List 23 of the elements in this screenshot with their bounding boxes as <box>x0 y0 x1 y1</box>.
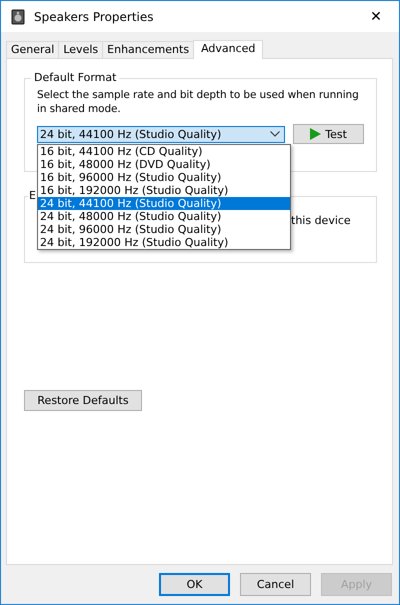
dropdown-option[interactable]: 16 bit, 192000 Hz (Studio Quality) <box>38 184 290 196</box>
group-title: Default Format <box>31 71 120 84</box>
tab[interactable]: Advanced <box>193 40 264 59</box>
dropdown-option[interactable]: 16 bit, 48000 Hz (DVD Quality) <box>38 158 290 170</box>
play-icon <box>310 128 322 140</box>
dropdown-option[interactable]: 16 bit, 44100 Hz (CD Quality) <box>38 144 290 158</box>
group-title: E <box>28 189 37 202</box>
test-button[interactable]: Test <box>293 124 364 144</box>
dialog-button[interactable]: OK <box>159 573 230 596</box>
dialog-button[interactable]: Cancel <box>240 573 311 596</box>
dropdown-option[interactable]: 24 bit, 96000 Hz (Studio Quality) <box>38 222 290 236</box>
restore-defaults-button[interactable]: Restore Defaults <box>24 390 142 411</box>
dropdown-option[interactable]: 16 bit, 96000 Hz (Studio Quality) <box>38 170 290 184</box>
caret-icon <box>270 131 280 137</box>
dropdown-option[interactable]: 24 bit, 44100 Hz (Studio Quality) <box>38 196 290 210</box>
option-text: this device <box>291 214 351 227</box>
description-text: Select the sample rate and bit depth to be used when running in shared mode. <box>37 88 360 116</box>
tab[interactable]: General <box>6 41 60 58</box>
speaker-icon <box>11 8 25 24</box>
window-title: Speakers Properties <box>34 10 155 24</box>
dropdown-option[interactable]: 24 bit, 192000 Hz (Studio Quality) <box>38 236 290 248</box>
close-button[interactable]: ✕ <box>353 1 399 32</box>
dropdown-option[interactable]: 24 bit, 48000 Hz (Studio Quality) <box>38 210 290 222</box>
